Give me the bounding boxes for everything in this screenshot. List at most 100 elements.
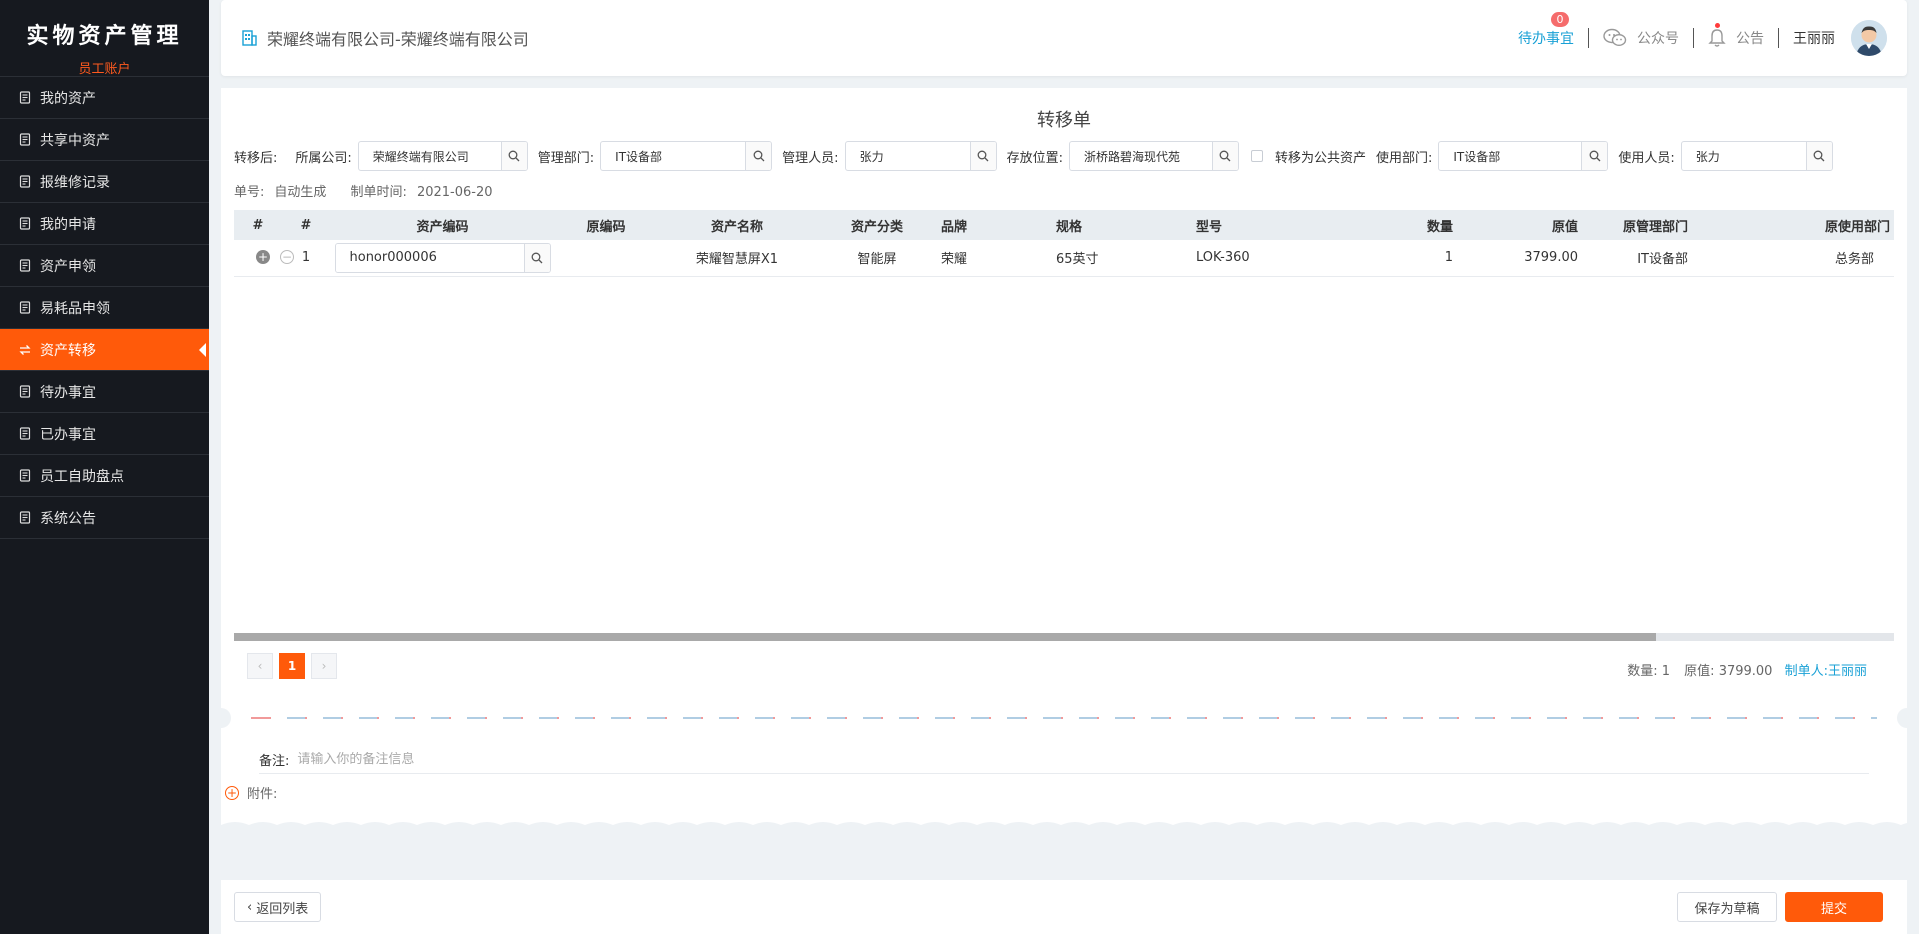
pagination: ‹ 1 › <box>247 653 337 679</box>
claim-doc-icon <box>18 259 32 273</box>
manager-search-button[interactable] <box>969 142 996 170</box>
row-qty: 1 <box>1332 240 1457 277</box>
order-meta: 单号: 自动生成 制单时间: 2021-06-20 <box>234 181 513 200</box>
location-search-button[interactable] <box>1211 142 1238 170</box>
page-1-button[interactable]: 1 <box>279 653 305 679</box>
remove-row-icon[interactable]: − <box>280 250 294 265</box>
remark-input[interactable] <box>297 752 1698 767</box>
company-select <box>357 141 528 171</box>
sidebar-item-4[interactable]: 资产申领 <box>0 245 209 287</box>
col-header: 数量 <box>1332 210 1457 240</box>
wechat-link[interactable]: 公众号 <box>1603 28 1679 48</box>
search-icon <box>1813 150 1825 162</box>
search-icon <box>753 150 765 162</box>
search-icon <box>977 150 989 162</box>
manage-dept-search-button[interactable] <box>745 142 772 170</box>
todo-doc-icon <box>18 385 32 399</box>
todo-link[interactable]: 待办事宜 0 <box>1518 12 1574 48</box>
col-header: 原使用部门 <box>1692 210 1894 240</box>
sidebar-item-3[interactable]: 我的申请 <box>0 203 209 245</box>
table-row: + − 1 荣耀智慧屏X1 智能屏 荣耀 65 <box>234 240 1894 277</box>
company-search-button[interactable] <box>500 142 527 170</box>
sidebar-item-5[interactable]: 易耗品申领 <box>0 287 209 329</box>
sidebar-item-6[interactable]: 资产转移 <box>0 329 209 371</box>
user-label: 使用人员: <box>1618 150 1675 166</box>
todo-count-badge: 0 <box>1551 12 1569 27</box>
use-dept-search-button[interactable] <box>1581 142 1608 170</box>
manage-dept-field: 管理部门: <box>538 141 773 171</box>
sidebar-item-7[interactable]: 待办事宜 <box>0 371 209 413</box>
transfer-target-row: 转移后: 所属公司: 管理部门: 管理人员: 存放位置: <box>234 141 1843 171</box>
sidebar-item-label: 报维修记录 <box>40 174 110 191</box>
search-icon <box>531 252 543 264</box>
public-asset-checkbox[interactable] <box>1250 150 1263 162</box>
asset-doc-icon <box>18 91 32 105</box>
horizontal-scrollbar[interactable] <box>234 633 1894 641</box>
search-icon <box>508 150 520 162</box>
sidebar-item-0[interactable]: 我的资产 <box>0 77 209 119</box>
col-header: # <box>234 210 282 240</box>
sidebar-item-label: 资产申领 <box>40 258 96 275</box>
add-attachment-icon[interactable]: + <box>225 785 239 800</box>
col-header: 品牌 <box>937 210 1052 240</box>
user-name[interactable]: 王丽丽 <box>1793 28 1835 48</box>
avatar[interactable] <box>1851 20 1887 56</box>
summary-value-label: 原值: <box>1684 664 1715 679</box>
user-search-button[interactable] <box>1805 142 1832 170</box>
notice-label: 公告 <box>1736 31 1764 47</box>
location-input[interactable] <box>1069 142 1212 170</box>
row-spec: 65英寸 <box>1052 240 1192 277</box>
sidebar-item-8[interactable]: 已办事宜 <box>0 413 209 455</box>
sidebar-item-label: 待办事宜 <box>40 384 96 401</box>
back-to-list-button[interactable]: ‹ 返回列表 <box>234 892 322 922</box>
manage-dept-input[interactable] <box>601 142 746 170</box>
summary-maker: 制单人:王丽丽 <box>1785 664 1867 679</box>
company-input[interactable] <box>358 142 501 170</box>
building-icon <box>241 30 257 46</box>
sidebar-item-9[interactable]: 员工自助盘点 <box>0 455 209 497</box>
sidebar-item-label: 员工自助盘点 <box>40 468 124 485</box>
company-name: 荣耀终端有限公司-荣耀终端有限公司 <box>241 26 529 50</box>
row-orig-code <box>555 240 657 277</box>
scrollbar-thumb[interactable] <box>234 633 1656 641</box>
top-header: 荣耀终端有限公司-荣耀终端有限公司 待办事宜 0 公众号 公告 王丽丽 <box>221 0 1907 76</box>
header-actions: 待办事宜 0 公众号 公告 王丽丽 <box>1518 0 1887 76</box>
sidebar-item-label: 共享中资产 <box>40 132 110 149</box>
wave-edge <box>221 822 1907 878</box>
sidebar-item-2[interactable]: 报维修记录 <box>0 161 209 203</box>
sidebar: 实物资产管理 员工账户 我的资产 共享中资产 报维修记录 我的申请 资产申领 易耗品申领资… <box>0 0 209 934</box>
time-label: 制单时间: <box>350 185 407 200</box>
location-label: 存放位置: <box>1006 150 1063 166</box>
prev-page-button[interactable]: ‹ <box>247 653 273 679</box>
user-select <box>1680 141 1833 171</box>
col-header: 原编码 <box>555 210 657 240</box>
notice-link[interactable]: 公告 <box>1708 23 1764 48</box>
public-asset-label: 转移为公共资产 <box>1274 150 1366 166</box>
sidebar-item-10[interactable]: 系统公告 <box>0 497 209 539</box>
notice-dot <box>1715 23 1720 28</box>
user-input[interactable] <box>1681 142 1806 170</box>
asset-code-input[interactable] <box>335 243 524 272</box>
submit-button[interactable]: 提交 <box>1785 892 1883 922</box>
sidebar-item-label: 系统公告 <box>40 510 96 527</box>
search-icon <box>1589 150 1601 162</box>
row-orig-manage-dept: IT设备部 <box>1582 240 1692 277</box>
col-header: 原管理部门 <box>1582 210 1692 240</box>
sidebar-item-label: 我的资产 <box>40 90 96 107</box>
manager-input[interactable] <box>845 142 970 170</box>
notice-list-icon <box>18 511 32 525</box>
asset-code-search-button[interactable] <box>523 243 550 272</box>
use-dept-input[interactable] <box>1439 142 1582 170</box>
sidebar-item-1[interactable]: 共享中资产 <box>0 119 209 161</box>
row-brand: 荣耀 <box>937 240 1052 277</box>
back-label: 返回列表 <box>256 901 309 917</box>
col-header: 资产分类 <box>817 210 937 240</box>
header-divider <box>1588 28 1589 48</box>
save-draft-button[interactable]: 保存为草稿 <box>1677 892 1777 922</box>
next-page-button[interactable]: › <box>311 653 337 679</box>
repair-doc-icon <box>18 175 32 189</box>
add-row-icon[interactable]: + <box>256 250 270 265</box>
form-title: 转移单 <box>1037 110 1091 131</box>
time-value: 2021-06-20 <box>416 185 493 200</box>
attachment-row: + 附件: <box>225 783 277 802</box>
